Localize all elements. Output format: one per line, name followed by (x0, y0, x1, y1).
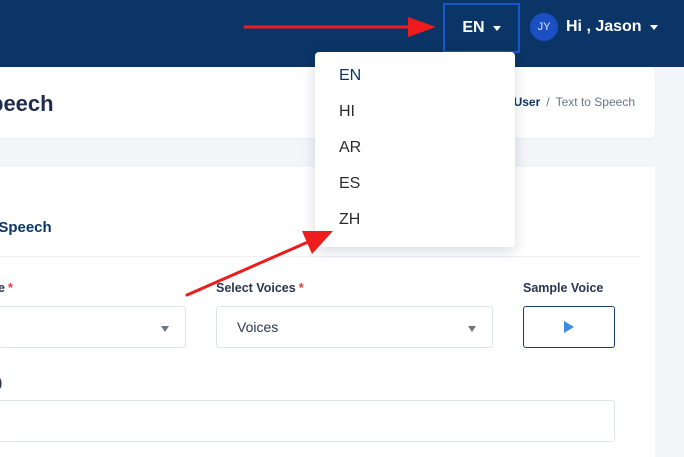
breadcrumb-separator: / (546, 95, 550, 109)
chevron-down-icon (468, 326, 476, 332)
avatar: JY (530, 13, 558, 41)
language-selected-label: EN (462, 19, 485, 36)
breadcrumb: User / Text to Speech (514, 95, 635, 109)
chevron-down-icon (161, 326, 169, 332)
first-select-label-text: e (0, 281, 5, 295)
user-greeting: Hi , Jason (566, 18, 642, 35)
language-option-es[interactable]: ES (315, 166, 515, 202)
play-icon (564, 321, 574, 333)
language-dropdown-menu: EN HI AR ES ZH (315, 52, 515, 247)
user-menu[interactable]: JY Hi , Jason (530, 12, 658, 42)
voices-select-value: Voices (237, 319, 279, 335)
text-label: ) (0, 376, 2, 390)
language-option-hi[interactable]: HI (315, 94, 515, 130)
page-title: peech (0, 91, 54, 116)
chevron-down-icon (492, 25, 501, 31)
chevron-down-icon (649, 24, 658, 30)
voices-label: Select Voices * (216, 281, 304, 295)
language-selector-button[interactable]: EN (443, 3, 520, 53)
divider (0, 256, 640, 257)
breadcrumb-user-link[interactable]: User (514, 95, 541, 109)
first-select-label: e * (0, 281, 13, 295)
required-marker: * (298, 281, 304, 295)
required-marker: * (7, 281, 13, 295)
sample-voice-label: Sample Voice (523, 281, 604, 295)
voices-select[interactable]: Voices (216, 306, 493, 348)
voices-label-text: Select Voices (216, 281, 296, 295)
language-option-ar[interactable]: AR (315, 130, 515, 166)
language-option-zh[interactable]: ZH (315, 202, 515, 238)
first-select[interactable] (0, 306, 186, 348)
breadcrumb-current: Text to Speech (555, 95, 635, 109)
language-option-en[interactable]: EN (315, 58, 515, 94)
sample-voice-play-button[interactable] (523, 306, 615, 348)
text-input[interactable] (0, 400, 615, 442)
section-title: o Speech (0, 219, 52, 236)
